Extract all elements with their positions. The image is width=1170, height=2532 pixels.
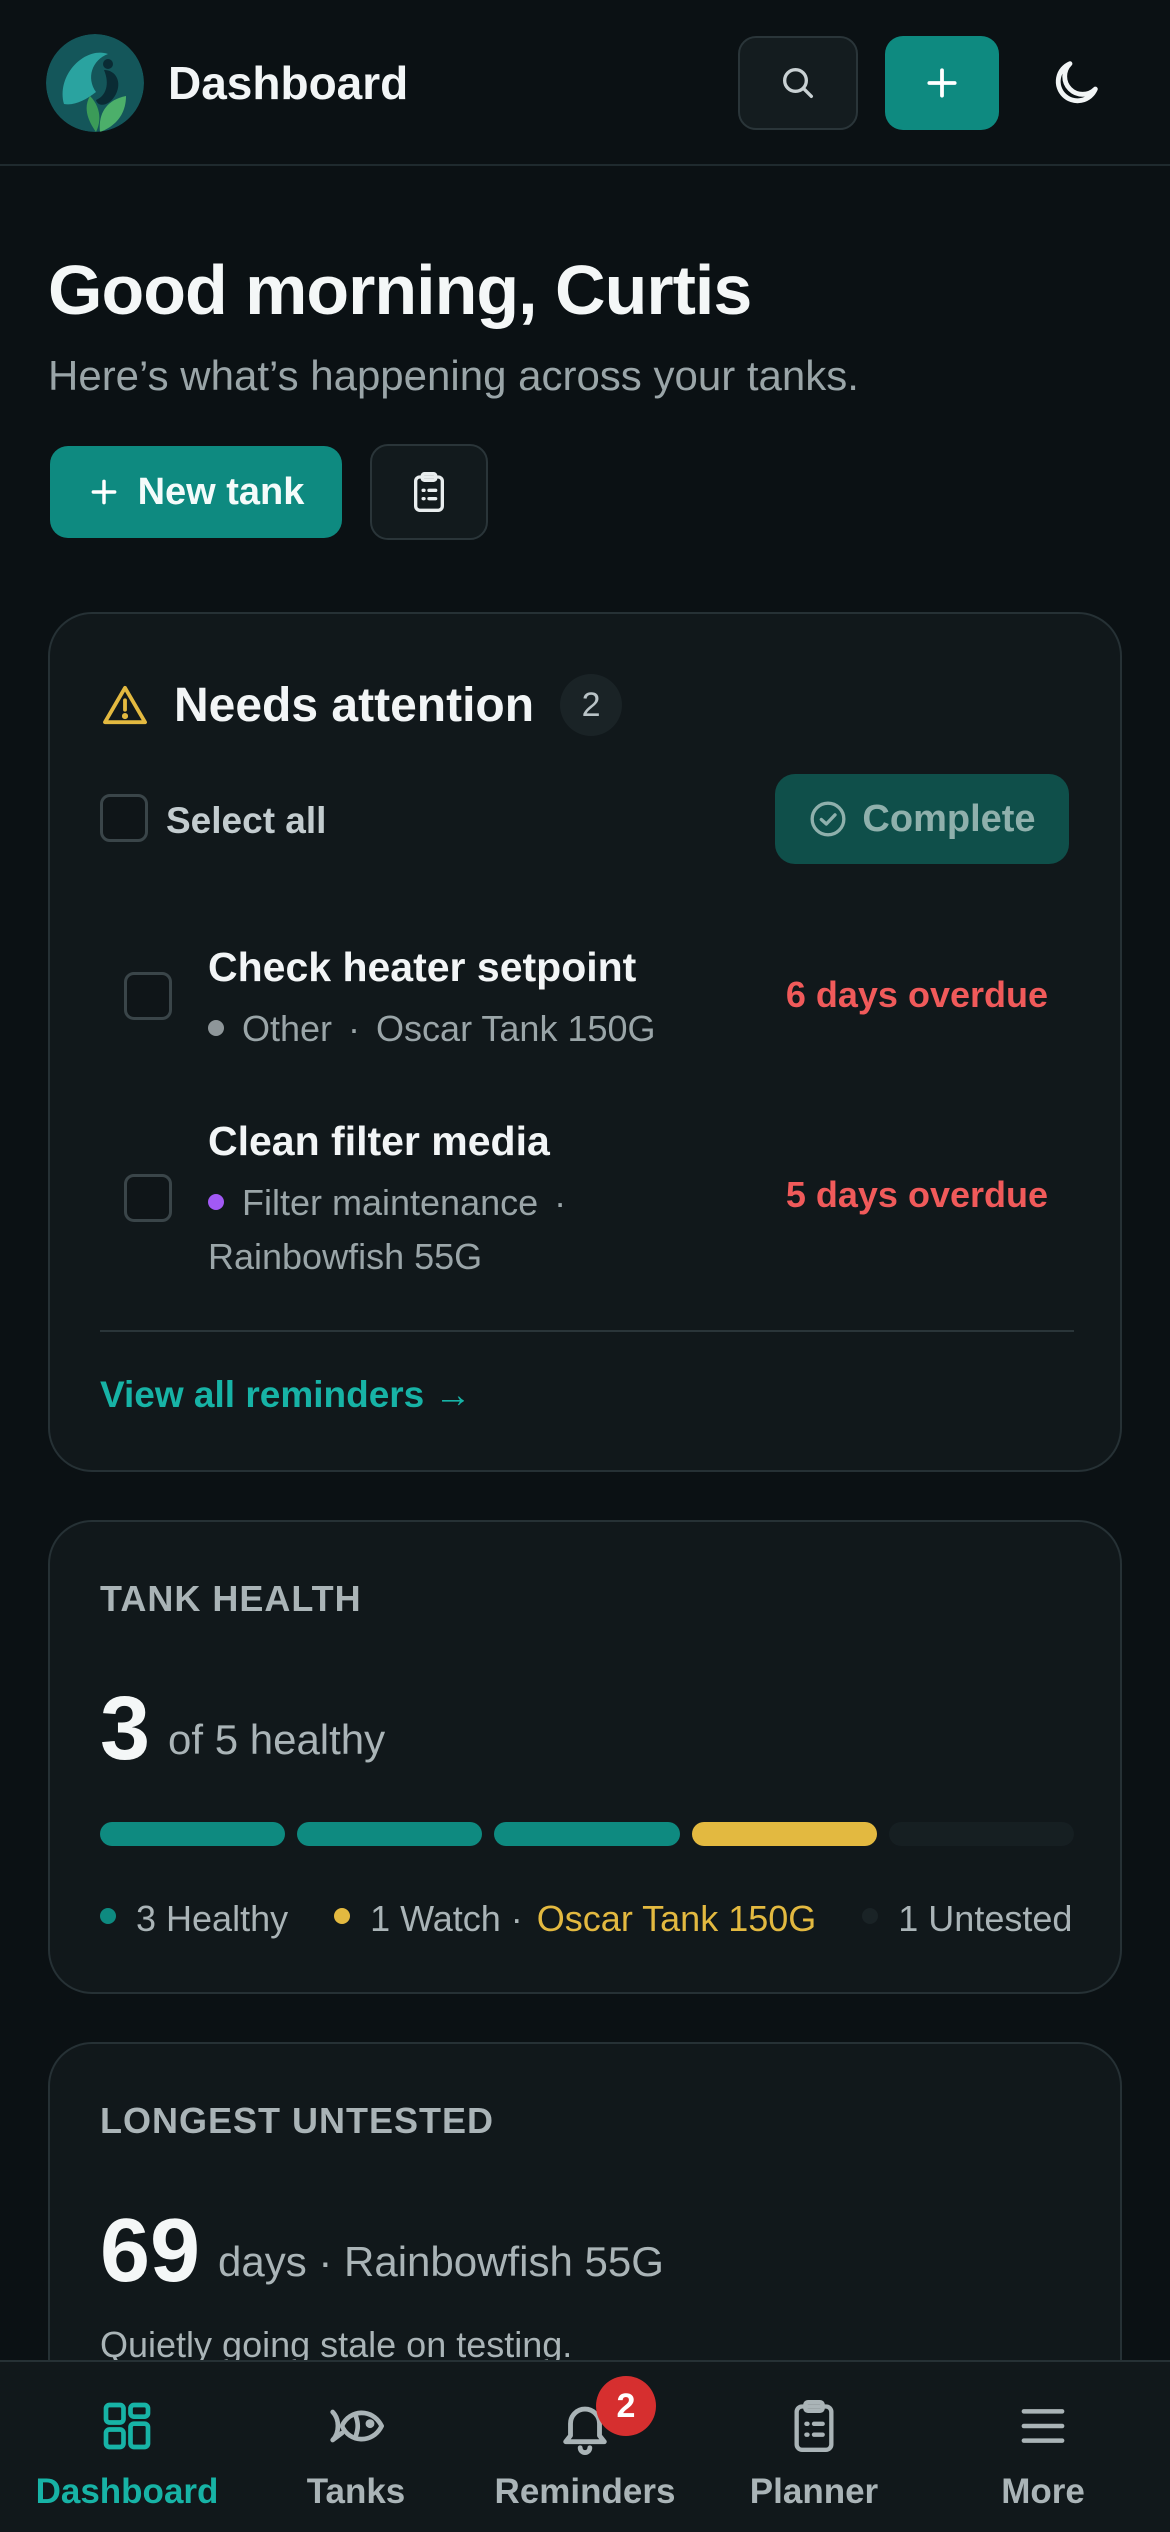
health-segment-bar: [100, 1822, 1075, 1846]
category-dot-icon: [208, 1194, 224, 1211]
nav-label: More: [1001, 2472, 1085, 2511]
nav-icon-wrap: [1016, 2390, 1070, 2462]
separator: ·: [554, 1182, 567, 1223]
menu-icon: [1021, 2409, 1065, 2443]
health-segment: [888, 1822, 1075, 1846]
task-category: Filter maintenance: [242, 1182, 539, 1223]
needs-attention-title: Needs attention: [174, 678, 535, 732]
healthy-count: 3: [100, 1679, 151, 1779]
task-title[interactable]: Check heater setpoint: [208, 944, 636, 991]
nav-item-dashboard[interactable]: Dashboard: [10, 2362, 244, 2532]
legend-untested-label: 1 Untested: [898, 1898, 1073, 1939]
nav-icon-wrap: [99, 2390, 155, 2462]
reminders-count-badge: 2: [596, 2376, 656, 2436]
app-logo-icon[interactable]: [46, 34, 144, 132]
theme-toggle-button[interactable]: [1026, 36, 1126, 130]
new-tank-button[interactable]: New tank: [50, 446, 342, 538]
complete-label: Complete: [862, 797, 1036, 840]
longest-untested-label: LONGEST UNTESTED: [100, 2100, 495, 2141]
healthy-dot-icon: [100, 1908, 116, 1924]
nav-item-tanks[interactable]: Tanks: [239, 2362, 473, 2532]
health-legend: 3 Healthy 1 Watch · Oscar Tank 150G 1 Un…: [100, 1898, 1072, 1940]
clipboard-icon: [414, 472, 444, 512]
legend-watch-tank-link[interactable]: Oscar Tank 150G: [537, 1898, 816, 1940]
top-bar: Dashboard: [0, 0, 1170, 166]
greeting-heading: Good morning, Curtis: [48, 251, 752, 329]
legend-watch-label: 1 Watch ·: [370, 1898, 523, 1939]
complete-button[interactable]: Complete: [775, 774, 1069, 864]
category-dot-icon: [208, 1020, 224, 1037]
check-circle-icon: [810, 801, 846, 837]
grid-icon: [103, 2402, 151, 2450]
nav-icon-wrap: [325, 2390, 387, 2462]
tank-health-label: TANK HEALTH: [100, 1578, 362, 1619]
add-button[interactable]: [885, 36, 999, 130]
legend-untested: 1 Untested: [862, 1898, 1072, 1940]
watch-dot-icon: [334, 1908, 351, 1924]
task-meta: Other · Oscar Tank 150G: [208, 1002, 708, 1056]
healthy-suffix: of 5 healthy: [168, 1716, 386, 1763]
plus-icon: [91, 479, 116, 505]
nav-icon-wrap: 2: [556, 2376, 656, 2462]
needs-attention-header: Needs attention 2: [102, 674, 623, 736]
task-tank: Oscar Tank 150G: [376, 1008, 656, 1049]
task-checkbox[interactable]: [124, 1174, 172, 1222]
nav-item-more[interactable]: More: [926, 2362, 1160, 2532]
nav-label: Tanks: [306, 2472, 406, 2511]
task-title[interactable]: Clean filter media: [208, 1118, 550, 1165]
separator: ·: [348, 1008, 361, 1049]
legend-healthy: 3 Healthy: [100, 1898, 288, 1940]
task-checkbox[interactable]: [124, 972, 172, 1020]
untested-days: 69: [100, 2201, 201, 2301]
search-button[interactable]: [738, 36, 858, 130]
nav-item-planner[interactable]: Planner: [697, 2362, 931, 2532]
nav-label: Dashboard: [35, 2472, 219, 2511]
attention-count-badge: 2: [560, 674, 623, 736]
health-segment: [691, 1822, 877, 1846]
bottom-nav: Dashboard Tanks 2 Reminders Planner More: [0, 2360, 1170, 2532]
task-meta: Filter maintenance · Rainbowfish 55G: [208, 1176, 668, 1284]
health-segment: [494, 1822, 680, 1846]
nav-icon-wrap: [788, 2390, 840, 2462]
task-tank: Rainbowfish 55G: [208, 1236, 483, 1277]
untested-suffix: days · Rainbowfish 55G: [218, 2238, 664, 2285]
view-all-reminders-link[interactable]: View all reminders →: [100, 1374, 472, 1416]
warning-icon: [103, 685, 147, 725]
log-test-button[interactable]: [370, 444, 488, 540]
moon-icon: [1055, 61, 1098, 104]
health-segment: [297, 1822, 483, 1846]
new-tank-label: New tank: [137, 470, 305, 513]
nav-item-reminders[interactable]: 2 Reminders: [468, 2362, 702, 2532]
untested-dot-icon: [862, 1908, 879, 1924]
nav-label: Planner: [749, 2472, 879, 2511]
divider: [100, 1330, 1074, 1332]
greeting-subtitle: Here’s what’s happening across your tank…: [48, 352, 859, 399]
health-segment: [100, 1822, 286, 1846]
page-title: Dashboard: [168, 57, 409, 109]
tank-health-card[interactable]: TANK HEALTH 3 of 5 healthy 3 Healthy 1 W…: [48, 1520, 1122, 1994]
legend-healthy-label: 3 Healthy: [136, 1898, 289, 1939]
legend-watch: 1 Watch · Oscar Tank 150G: [334, 1898, 816, 1940]
task-overdue-status: 5 days overdue: [785, 1174, 1048, 1215]
needs-attention-card: Needs attention 2 Select all Complete Ch…: [48, 612, 1122, 1472]
select-all-checkbox[interactable]: [100, 794, 148, 842]
select-all-label[interactable]: Select all: [166, 800, 326, 842]
task-overdue-status: 6 days overdue: [785, 974, 1048, 1015]
clipboard-list-icon: [794, 2400, 834, 2453]
fish-icon: [330, 2409, 384, 2443]
plus-icon: [927, 68, 957, 98]
task-category: Other: [242, 1008, 333, 1049]
search-icon: [783, 68, 813, 99]
nav-label: Reminders: [494, 2472, 676, 2511]
